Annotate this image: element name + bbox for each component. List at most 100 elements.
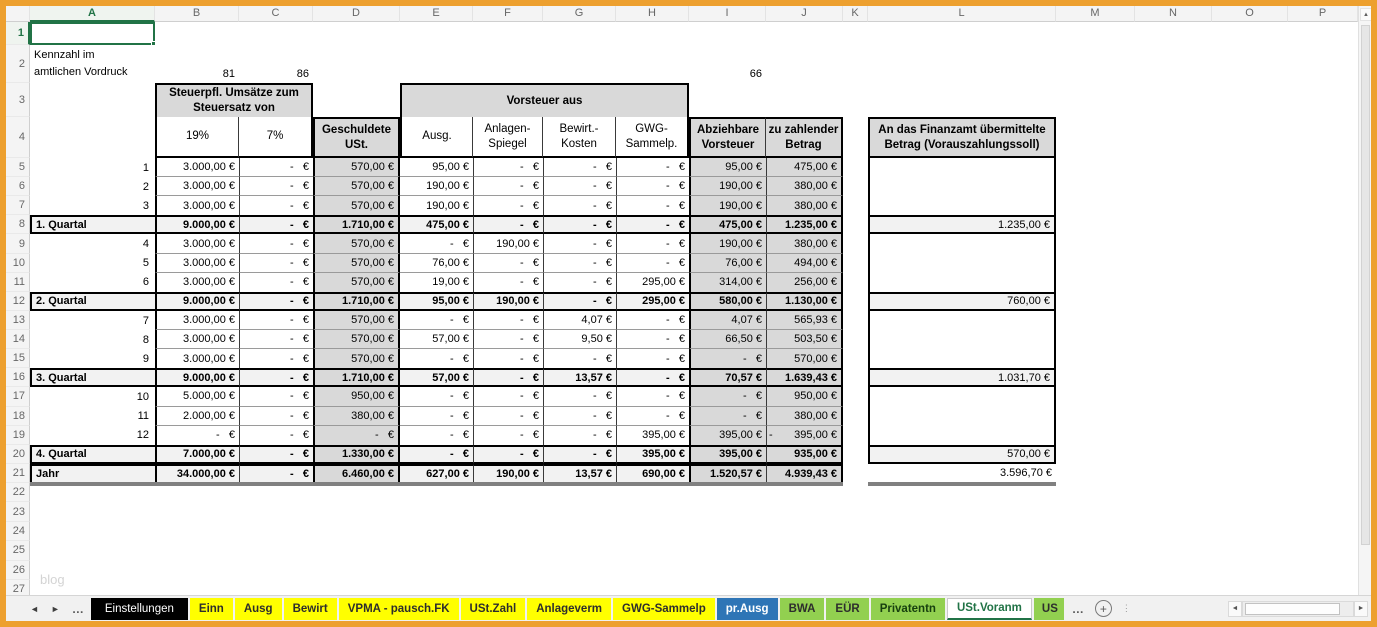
cell-F10[interactable]: - € — [473, 254, 543, 273]
cell-H15[interactable]: - € — [616, 349, 689, 368]
row-header-9[interactable]: 9 — [6, 234, 30, 253]
cell-C9[interactable]: - € — [239, 234, 313, 253]
cell-I21[interactable]: 1.520,57 € — [689, 464, 766, 483]
cell-L18[interactable] — [868, 407, 1056, 426]
cell-C20[interactable]: - € — [239, 445, 313, 464]
cell-J17[interactable]: 950,00 € — [766, 387, 843, 406]
col-header-I[interactable]: I — [689, 6, 766, 22]
cell-J16[interactable]: 1.639,43 € — [766, 368, 843, 387]
hscroll-track[interactable] — [1242, 601, 1354, 617]
cell-E21[interactable]: 627,00 € — [400, 464, 473, 483]
cell-F16[interactable]: - € — [473, 368, 543, 387]
cell-A16[interactable]: 3. Quartal — [30, 368, 155, 387]
cell-G21[interactable]: 13,57 € — [543, 464, 616, 483]
cell-I13[interactable]: 4,07 € — [689, 311, 766, 330]
tab-nav-left-icon[interactable]: ◄ — [24, 604, 45, 614]
fill-handle[interactable] — [151, 41, 156, 46]
sheet-tab-einn[interactable]: Einn — [190, 598, 233, 620]
cell-J10[interactable]: 494,00 € — [766, 254, 843, 273]
cell-D18[interactable]: 380,00 € — [313, 407, 400, 426]
cell-H18[interactable]: - € — [616, 407, 689, 426]
cell-G7[interactable]: - € — [543, 196, 616, 215]
row-header-11[interactable]: 11 — [6, 273, 30, 292]
cell-J15[interactable]: 570,00 € — [766, 349, 843, 368]
cell-H20[interactable]: 395,00 € — [616, 445, 689, 464]
row-header-18[interactable]: 18 — [6, 407, 30, 426]
row-header-16[interactable]: 16 — [6, 368, 30, 387]
cell-A21[interactable]: Jahr — [30, 464, 155, 483]
cell-A17[interactable]: 10 — [30, 387, 155, 406]
row-header-13[interactable]: 13 — [6, 311, 30, 330]
cell-H5[interactable]: - € — [616, 158, 689, 177]
cell-L15[interactable] — [868, 349, 1056, 368]
hscroll-right-icon[interactable]: ► — [1354, 601, 1368, 617]
cell-B12[interactable]: 9.000,00 € — [155, 292, 239, 311]
sheet-tab-us[interactable]: US — [1034, 598, 1064, 620]
cell-D10[interactable]: 570,00 € — [313, 254, 400, 273]
row-header-10[interactable]: 10 — [6, 254, 30, 273]
header-vorsteuer-aus[interactable]: Vorsteuer aus — [400, 83, 689, 117]
cell-H9[interactable]: - € — [616, 234, 689, 253]
cell-A20[interactable]: 4. Quartal — [30, 445, 155, 464]
sheet-tab-e-r[interactable]: EÜR — [826, 598, 868, 620]
cell-G6[interactable]: - € — [543, 177, 616, 196]
header-geschuldete-ust[interactable]: Geschuldete USt. — [313, 117, 400, 158]
cell-D11[interactable]: 570,00 € — [313, 273, 400, 292]
cell-E11[interactable]: 19,00 € — [400, 273, 473, 292]
sheet-tab-anlageverm[interactable]: Anlageverm — [527, 598, 611, 620]
cell-C5[interactable]: - € — [239, 158, 313, 177]
cell-G8[interactable]: - € — [543, 215, 616, 234]
cell-E6[interactable]: 190,00 € — [400, 177, 473, 196]
cell-F21[interactable]: 190,00 € — [473, 464, 543, 483]
cell-B19[interactable]: - € — [155, 426, 239, 445]
row-header-12[interactable]: 12 — [6, 292, 30, 311]
cell-B17[interactable]: 5.000,00 € — [155, 387, 239, 406]
cell-D12[interactable]: 1.710,00 € — [313, 292, 400, 311]
cell-C18[interactable]: - € — [239, 407, 313, 426]
cell-C14[interactable]: - € — [239, 330, 313, 349]
cell-L19[interactable] — [868, 426, 1056, 445]
row-header-5[interactable]: 5 — [6, 158, 30, 177]
cell-D17[interactable]: 950,00 € — [313, 387, 400, 406]
col-header-O[interactable]: O — [1212, 6, 1288, 22]
cell-J19[interactable]: -395,00 € — [766, 426, 843, 445]
cell-B16[interactable]: 9.000,00 € — [155, 368, 239, 387]
cell-E5[interactable]: 95,00 € — [400, 158, 473, 177]
cell-B5[interactable]: 3.000,00 € — [155, 158, 239, 177]
active-cell-outline[interactable] — [30, 22, 155, 45]
cell-B14[interactable]: 3.000,00 € — [155, 330, 239, 349]
col-header-F[interactable]: F — [473, 6, 543, 22]
cell-J14[interactable]: 503,50 € — [766, 330, 843, 349]
cell-L9[interactable] — [868, 234, 1056, 253]
cell-A12[interactable]: 2. Quartal — [30, 292, 155, 311]
cell-C6[interactable]: - € — [239, 177, 313, 196]
row-header-7[interactable]: 7 — [6, 196, 30, 215]
cell-B13[interactable]: 3.000,00 € — [155, 311, 239, 330]
row-header-26[interactable]: 26 — [6, 561, 30, 580]
tab-overflow-right[interactable]: … — [1066, 602, 1091, 616]
cell-J21[interactable]: 4.939,43 € — [766, 464, 843, 483]
cell-L12[interactable]: 760,00 € — [868, 292, 1056, 311]
cell-D8[interactable]: 1.710,00 € — [313, 215, 400, 234]
cell-C21[interactable]: - € — [239, 464, 313, 483]
col-header-P[interactable]: P — [1288, 6, 1358, 22]
cell-E9[interactable]: - € — [400, 234, 473, 253]
cell-I11[interactable]: 314,00 € — [689, 273, 766, 292]
header-ausg[interactable]: Ausg. — [400, 117, 473, 158]
cell-C17[interactable]: - € — [239, 387, 313, 406]
cell-D15[interactable]: 570,00 € — [313, 349, 400, 368]
cell-B10[interactable]: 3.000,00 € — [155, 254, 239, 273]
cell-A8[interactable]: 1. Quartal — [30, 215, 155, 234]
cell-H21[interactable]: 690,00 € — [616, 464, 689, 483]
cell-L20[interactable]: 570,00 € — [868, 445, 1056, 464]
cell-G14[interactable]: 9,50 € — [543, 330, 616, 349]
horizontal-scrollbar[interactable]: ◄► — [1228, 600, 1368, 617]
cell-G9[interactable]: - € — [543, 234, 616, 253]
col-header-C[interactable]: C — [239, 6, 313, 22]
cell-E19[interactable]: - € — [400, 426, 473, 445]
cell-A18[interactable]: 11 — [30, 407, 155, 426]
cell-D6[interactable]: 570,00 € — [313, 177, 400, 196]
sheet-tab-privatentn[interactable]: Privatentn — [871, 598, 945, 620]
row-header-8[interactable]: 8 — [6, 215, 30, 234]
cell-E15[interactable]: - € — [400, 349, 473, 368]
